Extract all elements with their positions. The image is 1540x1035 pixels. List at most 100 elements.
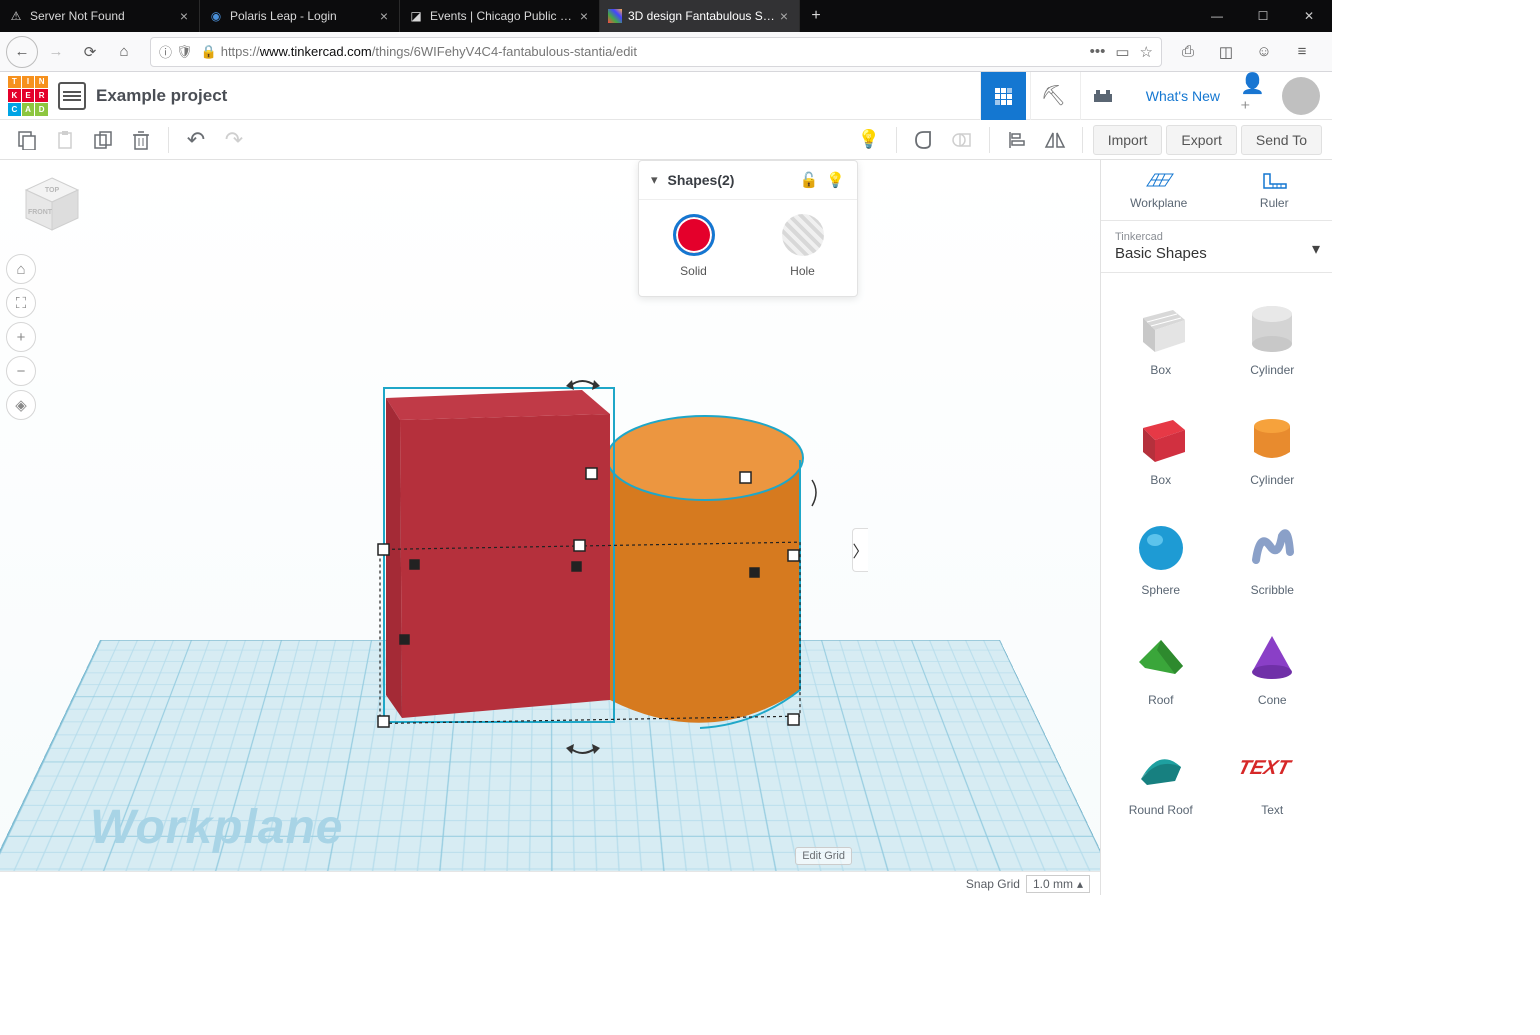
shape-sphere[interactable]: Sphere — [1107, 503, 1215, 607]
url-bar[interactable]: ⓘ 🛡 🔒 https://www.tinkercad.com/things/6… — [150, 37, 1162, 67]
shape-label: Roof — [1148, 693, 1173, 707]
shape-roof[interactable]: Roof — [1107, 613, 1215, 717]
maximize-button[interactable]: ☐ — [1240, 0, 1286, 32]
collapse-icon[interactable]: ▾ — [651, 172, 658, 188]
forward-button[interactable]: → — [40, 36, 72, 68]
tab-title: Polaris Leap - Login — [230, 9, 377, 23]
reader-icon[interactable]: ▭ — [1115, 43, 1129, 61]
invite-icon[interactable]: 👤⁺ — [1240, 71, 1274, 121]
group-button[interactable] — [907, 123, 941, 157]
tab-title: Server Not Found — [30, 9, 177, 23]
svg-text:TEXT: TEXT — [1240, 757, 1294, 779]
shape-box-red[interactable]: Box — [1107, 393, 1215, 497]
snap-grid-selector[interactable]: 1.0 mm ▴ — [1026, 875, 1090, 893]
warning-icon: ⚠ — [8, 8, 24, 24]
browser-tab[interactable]: ◪ Events | Chicago Public Library × — [400, 0, 600, 32]
account-icon[interactable]: ☺ — [1248, 36, 1280, 68]
shape-round-roof[interactable]: Round Roof — [1107, 723, 1215, 827]
bookmark-icon[interactable]: ☆ — [1140, 43, 1153, 61]
shape-category-selector[interactable]: Tinkercad Basic Shapes ▾ — [1101, 221, 1332, 273]
hole-swatch — [782, 214, 824, 256]
library-icon[interactable]: ⎙ — [1172, 36, 1204, 68]
solid-swatch — [673, 214, 715, 256]
solid-label: Solid — [680, 264, 707, 278]
main-area: TOP FRONT ⌂ ⛶ + − ◈ — [0, 160, 1332, 895]
info-icon: ⓘ — [159, 42, 172, 61]
workplane-tool-label: Workplane — [1130, 196, 1187, 210]
shape-cylinder-orange[interactable]: Cylinder — [1219, 393, 1327, 497]
edit-grid-button[interactable]: Edit Grid — [795, 847, 852, 865]
ungroup-button[interactable] — [945, 123, 979, 157]
tinkercad-logo[interactable]: TIN KER CAD — [8, 76, 48, 116]
close-icon[interactable]: × — [177, 9, 191, 23]
ruler-tool-label: Ruler — [1260, 196, 1289, 210]
copy-button[interactable] — [10, 123, 44, 157]
mirror-button[interactable] — [1038, 123, 1072, 157]
paste-button[interactable] — [48, 123, 82, 157]
sidebar-expand-button[interactable]: 〉 — [852, 528, 868, 572]
reload-button[interactable]: ⟳ — [74, 36, 106, 68]
close-window-button[interactable]: ✕ — [1286, 0, 1332, 32]
workplane-tool[interactable]: Workplane — [1101, 160, 1217, 220]
shape-label: Scribble — [1251, 583, 1294, 597]
blocks-view-button[interactable]: ⛏ — [1030, 72, 1076, 120]
chevron-down-icon: ▾ — [1312, 239, 1320, 259]
bricks-view-button[interactable] — [980, 72, 1026, 120]
shape-text[interactable]: TEXTText — [1219, 723, 1327, 827]
hole-label: Hole — [790, 264, 815, 278]
shield-icon: 🛡 — [176, 44, 193, 60]
shape-scribble[interactable]: Scribble — [1219, 503, 1327, 607]
whats-new-link[interactable]: What's New — [1130, 88, 1236, 104]
delete-button[interactable] — [124, 123, 158, 157]
minimize-button[interactable]: — — [1194, 0, 1240, 32]
bulb-icon[interactable]: 💡 — [826, 171, 845, 189]
shape-cylinder-hole[interactable]: Cylinder — [1219, 283, 1327, 387]
send-to-button[interactable]: Send To — [1241, 125, 1322, 155]
shape-label: Cylinder — [1250, 363, 1294, 377]
bulb-icon[interactable]: 💡 — [852, 123, 886, 157]
lock-icon: 🔒 — [201, 44, 217, 60]
hole-option[interactable]: Hole — [782, 214, 824, 278]
category-group: Tinkercad — [1115, 231, 1318, 243]
snap-grid-value: 1.0 mm — [1033, 877, 1073, 891]
solid-option[interactable]: Solid — [673, 214, 715, 278]
selected-shapes[interactable] — [350, 350, 820, 780]
new-tab-button[interactable]: + — [800, 0, 832, 32]
canvas[interactable]: TOP FRONT ⌂ ⛶ + − ◈ — [0, 160, 1100, 895]
browser-chrome: ⚠ Server Not Found × ◉ Polaris Leap - Lo… — [0, 0, 1332, 72]
close-icon[interactable]: × — [577, 9, 591, 23]
duplicate-button[interactable] — [86, 123, 120, 157]
shape-label: Box — [1150, 473, 1171, 487]
lego-view-button[interactable] — [1080, 72, 1126, 120]
redo-button[interactable]: ↷ — [217, 123, 251, 157]
align-button[interactable] — [1000, 123, 1034, 157]
browser-tab-active[interactable]: 3D design Fantabulous Stantia × — [600, 0, 800, 32]
close-icon[interactable]: × — [777, 9, 791, 23]
notes-icon[interactable] — [58, 82, 86, 110]
user-avatar[interactable] — [1282, 77, 1320, 115]
home-button[interactable]: ⌂ — [108, 36, 140, 68]
browser-tab[interactable]: ◉ Polaris Leap - Login × — [200, 0, 400, 32]
ruler-tool[interactable]: Ruler — [1217, 160, 1333, 220]
shapes-grid: Box Cylinder Box Cylinder Sphere Scribbl… — [1101, 273, 1332, 895]
close-icon[interactable]: × — [377, 9, 391, 23]
import-button[interactable]: Import — [1093, 125, 1163, 155]
category-name: Basic Shapes — [1115, 245, 1318, 262]
export-button[interactable]: Export — [1166, 125, 1236, 155]
sidebar-icon[interactable]: ◫ — [1210, 36, 1242, 68]
url-prefix: https:// — [221, 44, 260, 59]
menu-icon[interactable]: ≡ — [1286, 36, 1318, 68]
undo-button[interactable]: ↶ — [179, 123, 213, 157]
shape-label: Box — [1150, 363, 1171, 377]
shape-cone[interactable]: Cone — [1219, 613, 1327, 717]
shape-box-hole[interactable]: Box — [1107, 283, 1215, 387]
back-button[interactable]: ← — [6, 36, 38, 68]
more-icon[interactable]: ••• — [1090, 43, 1106, 61]
project-name[interactable]: Example project — [96, 86, 227, 106]
shapes-sidebar: Workplane Ruler Tinkercad Basic Shapes ▾… — [1100, 160, 1332, 895]
window-controls: — ☐ ✕ — [1194, 0, 1332, 32]
browser-tab[interactable]: ⚠ Server Not Found × — [0, 0, 200, 32]
shape-label: Round Roof — [1129, 803, 1193, 817]
lock-icon[interactable]: 🔓 — [800, 171, 819, 189]
shape-label: Cylinder — [1250, 473, 1294, 487]
